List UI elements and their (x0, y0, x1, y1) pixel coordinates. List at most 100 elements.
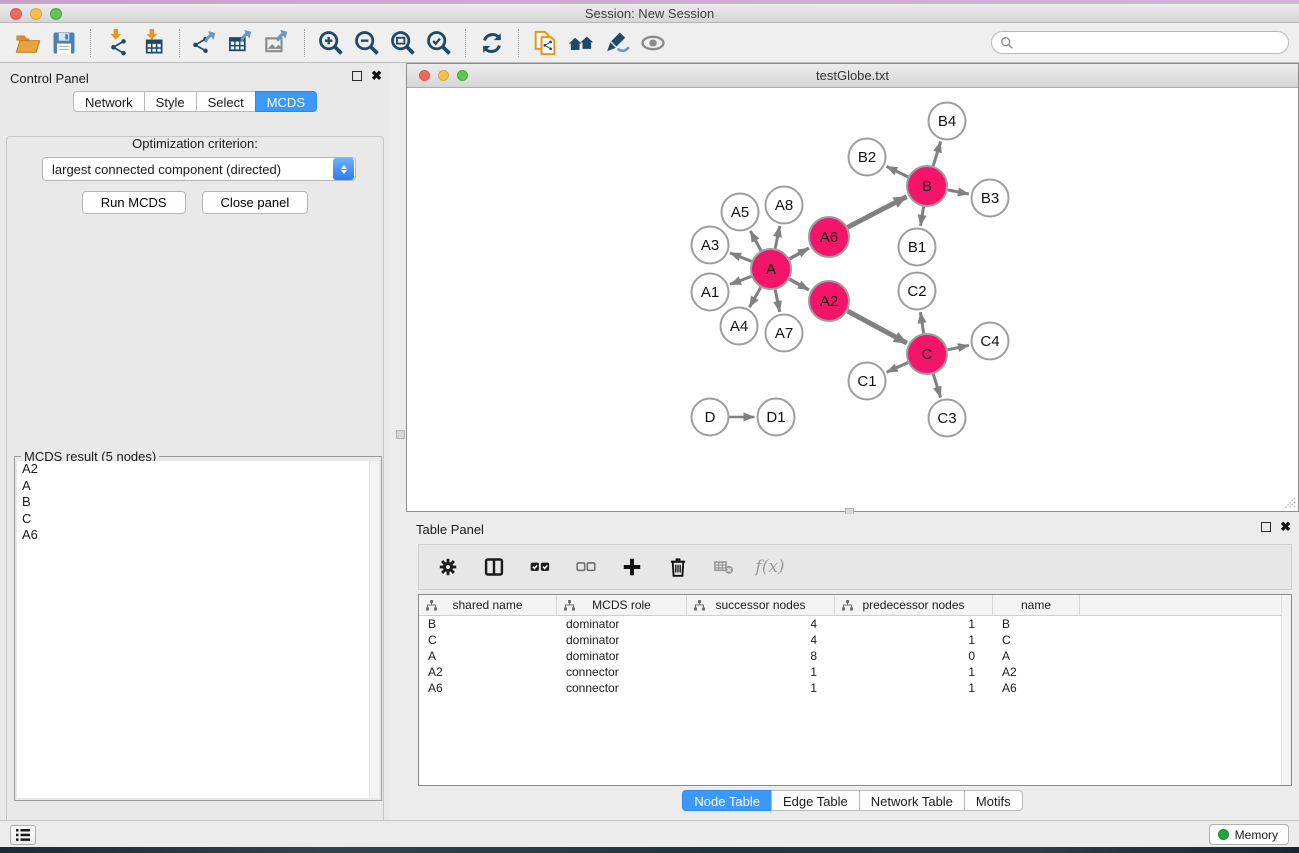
node-B3[interactable]: B3 (972, 180, 1009, 217)
node-D[interactable]: D (692, 399, 729, 436)
column-header-name[interactable]: name (993, 595, 1080, 615)
edge-B-B3[interactable] (948, 190, 969, 194)
tab-style[interactable]: Style (144, 91, 197, 112)
mcds-result-list[interactable]: A2ABCA6 (17, 461, 379, 798)
edge-C-C4[interactable] (948, 345, 969, 350)
table-tab-edge-table[interactable]: Edge Table (771, 790, 860, 811)
tab-mcds[interactable]: MCDS (255, 91, 317, 112)
node-C1[interactable]: C1 (849, 363, 886, 400)
node-A7[interactable]: A7 (766, 315, 803, 352)
node-B2[interactable]: B2 (849, 139, 886, 176)
float-table-panel-icon[interactable] (1261, 522, 1271, 532)
zoom-in-icon[interactable] (313, 26, 349, 60)
column-header-successor-nodes[interactable]: successor nodes (687, 595, 835, 615)
mcds-result-item[interactable]: B (17, 494, 379, 511)
edge-A-A1[interactable] (730, 276, 751, 284)
edge-B-B1[interactable] (921, 207, 924, 226)
search-input[interactable] (1014, 36, 1288, 50)
import-table-icon[interactable] (135, 26, 171, 60)
edge-C-C1[interactable] (887, 363, 908, 373)
node-table-scrollbar[interactable] (1281, 595, 1291, 785)
resize-grip-icon[interactable] (1282, 495, 1296, 509)
node-A4[interactable]: A4 (721, 308, 758, 345)
close-table-panel-icon[interactable]: ✖ (1280, 522, 1291, 532)
criterion-dropdown[interactable]: largest connected component (directed) (42, 157, 356, 181)
table-tab-motifs[interactable]: Motifs (964, 790, 1023, 811)
node-C3[interactable]: C3 (929, 400, 966, 437)
table-row[interactable]: A2connector11A2 (419, 664, 1291, 680)
network-window-titlebar[interactable]: testGlobe.txt (407, 64, 1298, 88)
node-A5[interactable]: A5 (722, 194, 759, 231)
node-C[interactable]: C (907, 334, 947, 374)
zoom-fit-icon[interactable] (385, 26, 421, 60)
mcds-result-item[interactable]: A (17, 478, 379, 495)
table-row[interactable]: Bdominator41B (419, 616, 1291, 632)
edge-A-A4[interactable] (750, 287, 761, 307)
edge-A-A7[interactable] (775, 290, 780, 312)
vertical-divider-handle[interactable] (396, 430, 405, 439)
edge-C-C3[interactable] (933, 374, 940, 398)
node-A6[interactable]: A6 (809, 217, 849, 257)
table-tab-network-table[interactable]: Network Table (859, 790, 965, 811)
task-history-button[interactable] (10, 825, 36, 845)
table-row[interactable]: Cdominator41C (419, 632, 1291, 648)
node-B4[interactable]: B4 (929, 103, 966, 140)
table-tab-node-table[interactable]: Node Table (682, 790, 772, 811)
hide-annotations-icon[interactable] (599, 26, 635, 60)
import-network-icon[interactable] (99, 26, 135, 60)
table-row[interactable]: A6connector11A6 (419, 680, 1291, 696)
edge-C-C2[interactable] (920, 312, 923, 333)
network-graph[interactable]: B4 B2 B B3 A8 A5 A6 A3 B1 A C2 A1 A2 A4 (407, 88, 1298, 512)
close-panel-button[interactable]: Close panel (202, 191, 309, 214)
save-session-icon[interactable] (46, 26, 82, 60)
node-A8[interactable]: A8 (766, 187, 803, 224)
node-C4[interactable]: C4 (972, 323, 1009, 360)
edge-A-A3[interactable] (730, 253, 752, 261)
edge-A-A2[interactable] (789, 279, 809, 290)
export-table-icon[interactable] (224, 26, 260, 60)
show-eye-icon[interactable] (635, 26, 671, 60)
node-A3[interactable]: A3 (692, 227, 729, 264)
node-table[interactable]: shared nameMCDS rolesuccessor nodesprede… (418, 594, 1292, 786)
zoom-out-icon[interactable] (349, 26, 385, 60)
node-D1[interactable]: D1 (758, 399, 795, 436)
open-file-icon[interactable] (10, 26, 46, 60)
node-C2[interactable]: C2 (899, 273, 936, 310)
node-B[interactable]: B (907, 166, 947, 206)
memory-button[interactable]: Memory (1209, 824, 1289, 845)
delete-icon[interactable] (661, 550, 695, 584)
edge-A-A6[interactable] (789, 248, 809, 259)
tab-select[interactable]: Select (196, 91, 256, 112)
deselect-all-icon[interactable] (569, 550, 603, 584)
column-header-predecessor-nodes[interactable]: predecessor nodes (835, 595, 993, 615)
table-row[interactable]: Adominator80A (419, 648, 1291, 664)
edge-B-B4[interactable] (933, 142, 941, 166)
edge-A-A8[interactable] (775, 226, 780, 248)
zoom-selected-icon[interactable] (421, 26, 457, 60)
export-network-icon[interactable] (188, 26, 224, 60)
add-icon[interactable] (615, 550, 649, 584)
float-panel-icon[interactable] (352, 71, 362, 81)
column-header-shared-name[interactable]: shared name (419, 595, 557, 615)
node-A1[interactable]: A1 (692, 274, 729, 311)
node-A[interactable]: A (751, 249, 791, 289)
mcds-result-item[interactable]: A6 (17, 527, 379, 544)
run-mcds-button[interactable]: Run MCDS (82, 191, 186, 214)
edge-A2-C[interactable] (848, 311, 907, 343)
mcds-result-item[interactable]: A2 (17, 461, 379, 478)
edge-B-B2[interactable] (886, 166, 908, 177)
mcds-result-scrollbar[interactable] (369, 461, 379, 798)
column-view-icon[interactable] (477, 550, 511, 584)
settings-gear-icon[interactable] (431, 550, 465, 584)
search-box[interactable] (991, 31, 1289, 54)
refresh-view-icon[interactable] (474, 26, 510, 60)
node-A2[interactable]: A2 (809, 281, 849, 321)
edge-A-A5[interactable] (750, 231, 761, 251)
tab-network[interactable]: Network (73, 91, 145, 112)
mcds-result-item[interactable]: C (17, 511, 379, 528)
home-view-icon[interactable] (563, 26, 599, 60)
node-B1[interactable]: B1 (899, 229, 936, 266)
export-image-icon[interactable] (260, 26, 296, 60)
network-canvas[interactable]: B4 B2 B B3 A8 A5 A6 A3 B1 A C2 A1 A2 A4 (407, 88, 1298, 511)
close-panel-icon[interactable]: ✖ (371, 71, 382, 81)
